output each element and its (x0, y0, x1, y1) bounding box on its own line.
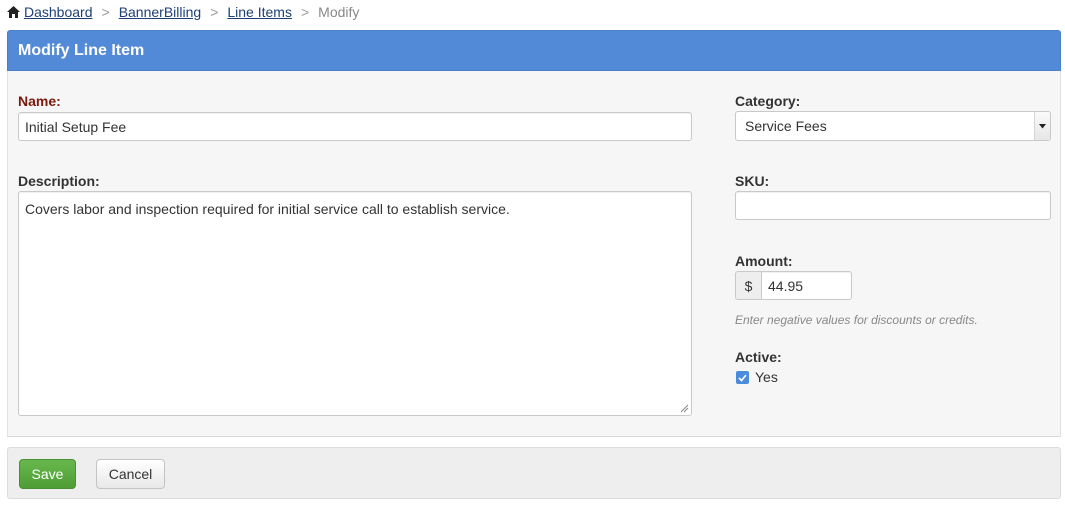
panel-header: Modify Line Item (7, 30, 1061, 71)
description-field[interactable]: Covers labor and inspection required for… (18, 191, 692, 416)
name-value: Initial Setup Fee (25, 118, 127, 135)
home-icon (7, 5, 20, 18)
form-actions: Save Cancel (7, 447, 1061, 499)
breadcrumb-link-dashboard[interactable]: Dashboard (24, 4, 93, 20)
name-label: Name: (18, 93, 61, 109)
description-label: Description: (18, 173, 100, 189)
breadcrumb-separator: > (210, 4, 219, 20)
form-panel: Name: Initial Setup Fee Description: Cov… (7, 71, 1061, 437)
amount-help-text: Enter negative values for discounts or c… (735, 313, 978, 327)
page-title: Modify Line Item (18, 42, 145, 59)
breadcrumb-link-bannerbilling[interactable]: BannerBilling (119, 4, 202, 20)
save-button[interactable]: Save (19, 459, 76, 489)
cancel-button[interactable]: Cancel (96, 459, 165, 489)
check-icon (738, 373, 747, 382)
sku-field[interactable] (735, 191, 1051, 220)
category-select[interactable]: Service Fees (735, 111, 1051, 141)
breadcrumb-separator: > (101, 4, 110, 20)
name-field[interactable]: Initial Setup Fee (18, 112, 692, 141)
breadcrumb-current: Modify (318, 4, 360, 20)
sku-label: SKU: (735, 173, 770, 189)
resize-grip-icon[interactable] (680, 404, 689, 413)
breadcrumb: Dashboard > BannerBilling > Line Items >… (7, 3, 359, 21)
chevron-down-icon (1034, 112, 1050, 140)
amount-label: Amount: (735, 253, 793, 269)
amount-value: 44.95 (768, 277, 804, 294)
currency-symbol: $ (744, 277, 753, 294)
category-label: Category: (735, 93, 801, 109)
description-value: Covers labor and inspection required for… (25, 201, 510, 217)
category-value: Service Fees (745, 118, 827, 134)
currency-addon: $ (735, 271, 762, 300)
active-checkbox[interactable] (736, 371, 749, 384)
active-label: Active: (735, 349, 782, 365)
active-option-label[interactable]: Yes (755, 369, 778, 385)
breadcrumb-link-line-items[interactable]: Line Items (227, 4, 292, 20)
amount-field[interactable]: 44.95 (761, 271, 852, 300)
breadcrumb-separator: > (300, 4, 310, 20)
